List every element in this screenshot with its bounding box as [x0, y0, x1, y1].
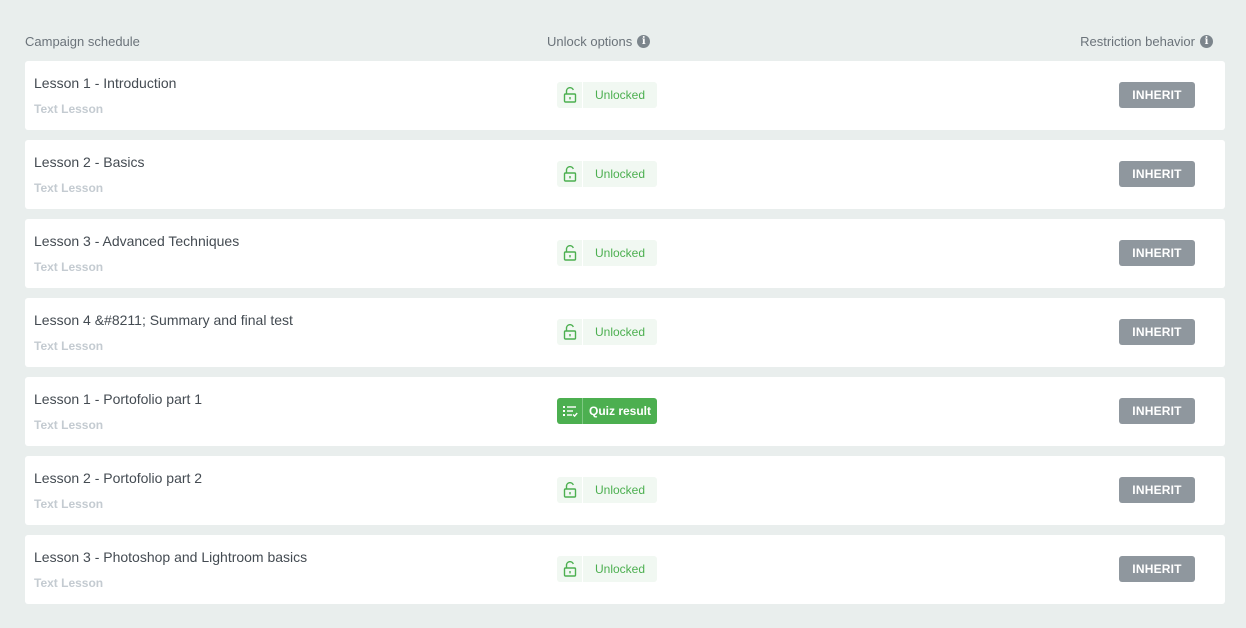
campaign-schedule-panel: Campaign schedule Unlock options i Restr…: [0, 0, 1246, 628]
lesson-row: Lesson 2 - Portofolio part 2 Text Lesson U…: [25, 456, 1225, 525]
column-header-label: Restriction behavior: [1080, 34, 1195, 49]
inherit-button[interactable]: INHERIT: [1119, 240, 1195, 266]
column-header-label: Campaign schedule: [25, 34, 140, 49]
unlocked-status-button[interactable]: Unlocked: [557, 161, 657, 187]
column-header-unlock-options: Unlock options i: [547, 34, 651, 49]
unlocked-status-button[interactable]: Unlocked: [557, 319, 657, 345]
inherit-button[interactable]: INHERIT: [1119, 319, 1195, 345]
unlocked-status-button[interactable]: Unlocked: [557, 477, 657, 503]
lesson-title[interactable]: Lesson 1 - Introduction: [34, 75, 176, 91]
lesson-type: Text Lesson: [34, 497, 104, 511]
unlocked-status-button[interactable]: Unlocked: [557, 240, 657, 266]
lesson-title[interactable]: Lesson 1 - Portofolio part 1: [34, 391, 202, 407]
unlock-option-label: Unlocked: [595, 167, 646, 181]
lesson-row: Lesson 1 - Introduction Text Lesson Unlock…: [25, 61, 1225, 130]
unlock-option-label: Unlocked: [595, 88, 646, 102]
unlocked-status-button[interactable]: Unlocked: [557, 82, 657, 108]
lesson-type: Text Lesson: [34, 260, 104, 274]
unlock-option-label: Unlocked: [595, 325, 646, 339]
info-icon[interactable]: i: [1200, 35, 1213, 48]
unlock-option-label: Unlocked: [595, 562, 646, 576]
lesson-type: Text Lesson: [34, 181, 104, 195]
lesson-row: Lesson 2 - Basics Text Lesson Unlocked INHE…: [25, 140, 1225, 209]
column-header-campaign-schedule: Campaign schedule: [25, 34, 140, 49]
lesson-type: Text Lesson: [34, 576, 104, 590]
unlock-icon: [557, 319, 583, 345]
lesson-row: Lesson 1 - Portofolio part 1 Text Lesson Q…: [25, 377, 1225, 446]
lesson-type: Text Lesson: [34, 102, 104, 116]
unlock-icon: [557, 240, 583, 266]
inherit-button[interactable]: INHERIT: [1119, 556, 1195, 582]
unlock-icon: [557, 556, 583, 582]
lesson-row: Lesson 4 &#8211; Summary and final test T…: [25, 298, 1225, 367]
info-icon[interactable]: i: [637, 35, 651, 48]
column-header-label: Unlock options: [547, 34, 633, 49]
inherit-button[interactable]: INHERIT: [1119, 398, 1195, 424]
table-header: Campaign schedule Unlock options i Restr…: [25, 34, 1225, 52]
inherit-button[interactable]: INHERIT: [1119, 477, 1195, 503]
unlock-icon: [557, 477, 583, 503]
unlock-option-label: Unlocked: [595, 246, 646, 260]
lesson-title[interactable]: Lesson 4 &#8211; Summary and final test: [34, 312, 293, 328]
inherit-button[interactable]: INHERIT: [1119, 161, 1195, 187]
lesson-type: Text Lesson: [34, 339, 104, 353]
unlock-option-label: Unlocked: [595, 483, 646, 497]
lesson-title[interactable]: Lesson 3 - Photoshop and Lightroom basic…: [34, 549, 307, 565]
lesson-row: Lesson 3 - Photoshop and Lightroom basic…: [25, 535, 1225, 604]
lesson-title[interactable]: Lesson 2 - Basics: [34, 154, 145, 170]
lesson-title[interactable]: Lesson 2 - Portofolio part 2: [34, 470, 202, 486]
lesson-title[interactable]: Lesson 3 - Advanced Techniques: [34, 233, 239, 249]
lesson-row: Lesson 3 - Advanced Techniques Text Lesso…: [25, 219, 1225, 288]
unlock-icon: [557, 82, 583, 108]
quiz-list-icon: [557, 398, 583, 424]
unlocked-status-button[interactable]: Unlocked: [557, 556, 657, 582]
column-header-restriction-behavior: Restriction behavior i: [1080, 34, 1213, 49]
lesson-type: Text Lesson: [34, 418, 104, 432]
unlock-icon: [557, 161, 583, 187]
unlock-option-label: Quiz result: [588, 404, 651, 418]
inherit-button[interactable]: INHERIT: [1119, 82, 1195, 108]
quiz-result-unlock-button[interactable]: Quiz result: [557, 398, 657, 424]
